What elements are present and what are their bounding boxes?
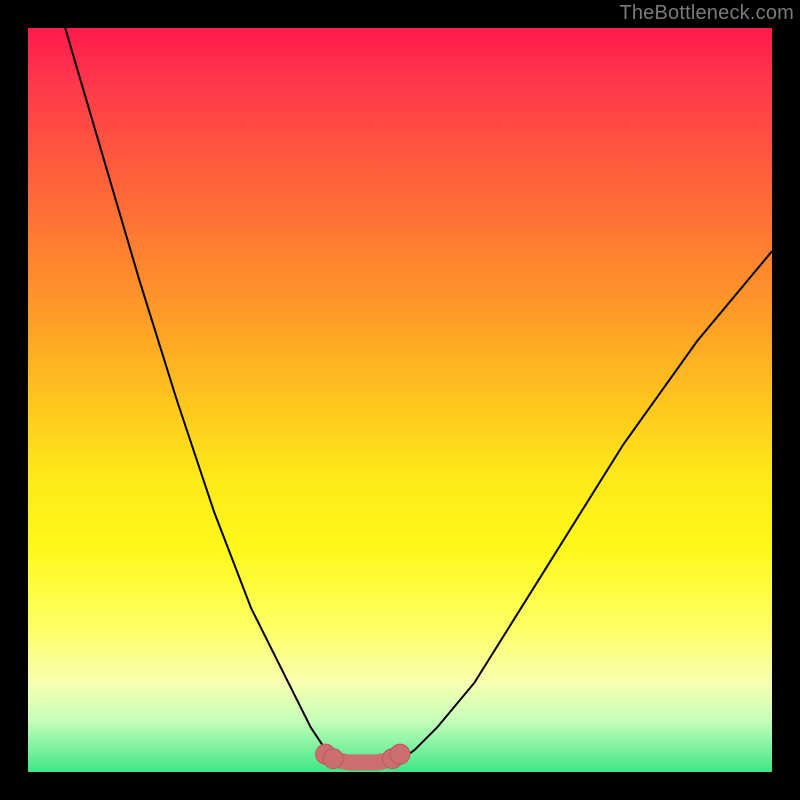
bottom-marker-dot — [390, 744, 410, 764]
left-curve-path — [65, 28, 340, 761]
chart-frame: TheBottleneck.com — [0, 0, 800, 800]
line-right-curve — [400, 251, 772, 761]
bottom-marker-series — [316, 744, 410, 768]
line-left-curve — [65, 28, 340, 761]
bottom-marker-dot — [323, 749, 343, 769]
watermark-text: TheBottleneck.com — [619, 2, 794, 25]
plot-area — [28, 28, 772, 772]
chart-svg — [28, 28, 772, 772]
right-curve-path — [400, 251, 772, 761]
